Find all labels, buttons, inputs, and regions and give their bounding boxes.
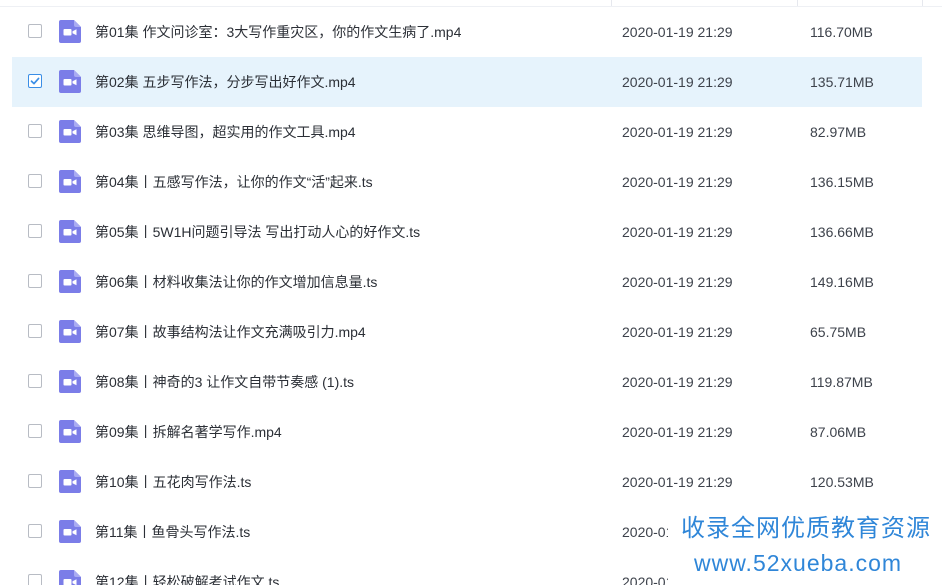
file-name[interactable]: 第12集丨轻松破解考试作文.ts: [95, 557, 279, 585]
video-file-icon[interactable]: [59, 420, 81, 443]
row-checkbox[interactable]: [28, 474, 42, 488]
video-file-icon[interactable]: [59, 370, 81, 393]
file-row[interactable]: 第10集丨五花肉写作法.ts 2020-01-19 21:29 120.53MB: [12, 457, 922, 507]
file-size: 149.16MB: [810, 274, 874, 290]
file-name[interactable]: 第10集丨五花肉写作法.ts: [95, 457, 251, 507]
row-checkbox[interactable]: [28, 124, 42, 138]
file-name[interactable]: 第02集 五步写作法，分步写出好作文.mp4: [95, 57, 356, 107]
file-size: 65.75MB: [810, 324, 867, 340]
file-row[interactable]: 第08集丨神奇的3 让作文自带节奏感 (1).ts 2020-01-19 21:2…: [12, 357, 922, 407]
video-file-icon[interactable]: [59, 520, 81, 543]
file-name[interactable]: 第06集丨材料收集法让你的作文增加信息量.ts: [95, 257, 377, 307]
file-modified-date: 2020-01-19 21:29: [622, 424, 733, 440]
file-row[interactable]: 第01集 作文问诊室：3大写作重灾区，你的作文生病了.mp4 2020-01-19…: [12, 7, 922, 57]
video-file-icon[interactable]: [59, 120, 81, 143]
file-modified-date: 2020-01-19 21:29: [622, 224, 733, 240]
watermark-text: 收录全网优质教育资源: [681, 515, 931, 542]
video-file-icon[interactable]: [59, 270, 81, 293]
check-icon: [30, 77, 40, 85]
file-row[interactable]: 第05集丨5W1H问题引导法 写出打动人心的好作文.ts 2020-01-19 2…: [12, 207, 922, 257]
file-modified-date: 2020-01-19 21:29: [622, 24, 733, 40]
file-name[interactable]: 第05集丨5W1H问题引导法 写出打动人心的好作文.ts: [95, 207, 420, 257]
file-name[interactable]: 第11集丨鱼骨头写作法.ts: [95, 507, 250, 557]
file-row[interactable]: 第07集丨故事结构法让作文充满吸引力.mp4 2020-01-19 21:29 65…: [12, 307, 922, 357]
file-row[interactable]: 第09集丨拆解名著学写作.mp4 2020-01-19 21:29 87.06MB: [12, 407, 922, 457]
file-row[interactable]: 第06集丨材料收集法让你的作文增加信息量.ts 2020-01-19 21:29 1…: [12, 257, 922, 307]
file-name[interactable]: 第08集丨神奇的3 让作文自带节奏感 (1).ts: [95, 357, 354, 407]
file-name[interactable]: 第03集 思维导图，超实用的作文工具.mp4: [95, 107, 356, 157]
file-modified-date: 2020-01-19 21:29: [622, 274, 733, 290]
video-file-icon[interactable]: [59, 20, 81, 43]
row-checkbox[interactable]: [28, 374, 42, 388]
row-checkbox[interactable]: [28, 224, 42, 238]
row-checkbox[interactable]: [28, 74, 42, 88]
row-checkbox[interactable]: [28, 424, 42, 438]
file-row[interactable]: 第02集 五步写作法，分步写出好作文.mp4 2020-01-19 21:29 13…: [12, 57, 922, 107]
file-size: 119.87MB: [810, 374, 873, 390]
file-modified-date: 2020-01-19 21:29: [622, 174, 733, 190]
file-size: 87.06MB: [810, 424, 867, 440]
file-modified-date: 2020-01-19 21:29: [622, 474, 733, 490]
row-checkbox[interactable]: [28, 24, 42, 38]
row-checkbox[interactable]: [28, 574, 42, 585]
file-modified-date: 2020-01-19 21:29: [622, 74, 733, 90]
row-checkbox[interactable]: [28, 174, 42, 188]
file-modified-date: 2020-01-19 21:29: [622, 324, 733, 340]
file-list: 第01集 作文问诊室：3大写作重灾区，你的作文生病了.mp4 2020-01-19…: [12, 7, 922, 585]
file-row[interactable]: 第03集 思维导图，超实用的作文工具.mp4 2020-01-19 21:29 82…: [12, 107, 922, 157]
column-header-edge: [0, 0, 942, 7]
video-file-icon[interactable]: [59, 470, 81, 493]
watermark: 收录全网优质教育资源 www.52xueba.com: [668, 508, 942, 585]
file-name[interactable]: 第09集丨拆解名著学写作.mp4: [95, 407, 282, 457]
video-file-icon[interactable]: [59, 70, 81, 93]
watermark-url: www.52xueba.com: [694, 550, 903, 576]
file-row[interactable]: 第04集丨五感写作法，让你的作文“活”起来.ts 2020-01-19 21:29…: [12, 157, 922, 207]
video-file-icon[interactable]: [59, 320, 81, 343]
row-checkbox[interactable]: [28, 274, 42, 288]
file-name[interactable]: 第04集丨五感写作法，让你的作文“活”起来.ts: [95, 157, 373, 207]
file-size: 120.53MB: [810, 474, 874, 490]
video-file-icon[interactable]: [59, 570, 81, 585]
column-divider[interactable]: [797, 0, 798, 6]
column-divider[interactable]: [611, 0, 612, 6]
file-size: 116.70MB: [810, 24, 873, 40]
file-modified-date: 2020-01-19 21:29: [622, 124, 733, 140]
file-name[interactable]: 第01集 作文问诊室：3大写作重灾区，你的作文生病了.mp4: [95, 7, 461, 57]
file-size: 136.66MB: [810, 224, 874, 240]
video-file-icon[interactable]: [59, 220, 81, 243]
row-checkbox[interactable]: [28, 324, 42, 338]
file-browser: 第01集 作文问诊室：3大写作重灾区，你的作文生病了.mp4 2020-01-19…: [0, 0, 942, 585]
column-divider[interactable]: [922, 0, 923, 6]
file-size: 135.71MB: [810, 74, 874, 90]
file-modified-date: 2020-01-19 21:29: [622, 374, 733, 390]
file-size: 82.97MB: [810, 124, 867, 140]
file-size: 136.15MB: [810, 174, 874, 190]
row-checkbox[interactable]: [28, 524, 42, 538]
video-file-icon[interactable]: [59, 170, 81, 193]
file-name[interactable]: 第07集丨故事结构法让作文充满吸引力.mp4: [95, 307, 366, 357]
